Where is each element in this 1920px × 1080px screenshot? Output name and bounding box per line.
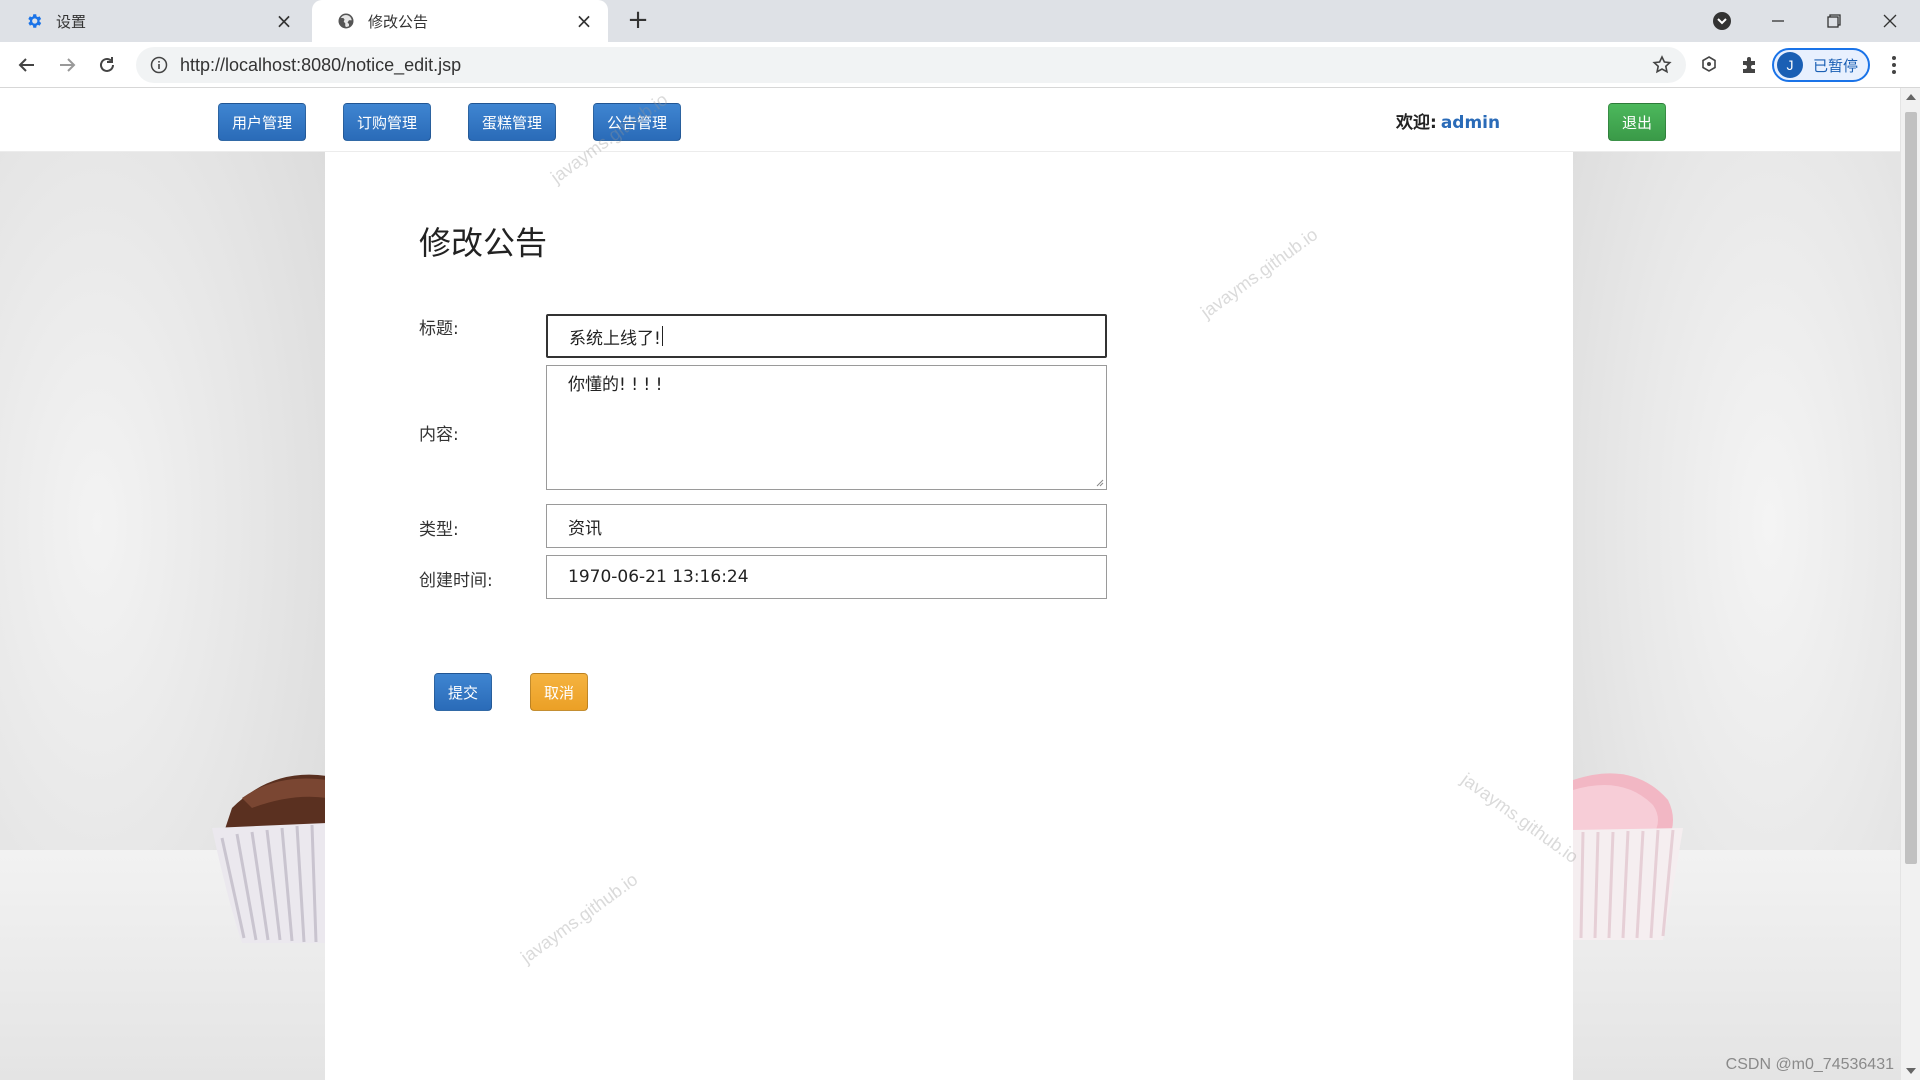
- tab-settings[interactable]: 设置 ×: [0, 0, 308, 42]
- bookmark-star-icon[interactable]: [1652, 55, 1672, 75]
- submit-button[interactable]: 提交: [434, 673, 492, 711]
- restore-button[interactable]: [1812, 4, 1856, 38]
- welcome-label: 欢迎:: [1396, 113, 1437, 133]
- csdn-watermark: CSDN @m0_74536431: [1725, 1056, 1894, 1073]
- created-time-label: 创建时间:: [419, 571, 493, 591]
- pink-cupcake-image: [1573, 773, 1683, 940]
- logout-button[interactable]: 退出: [1608, 103, 1666, 141]
- info-icon[interactable]: [150, 56, 168, 74]
- created-time-input[interactable]: 1970-06-21 13:16:24: [546, 555, 1107, 599]
- page-title: 修改公告: [419, 224, 548, 262]
- address-bar[interactable]: http://localhost:8080/notice_edit.jsp: [136, 47, 1686, 83]
- minimize-button[interactable]: [1756, 4, 1800, 38]
- new-tab-button[interactable]: +: [624, 7, 652, 35]
- page-viewport: 用户管理 订购管理 蛋糕管理 公告管理 欢迎: admin 退出 修改公告 标题:…: [0, 88, 1900, 1080]
- gear-icon: [24, 11, 44, 31]
- profile-button[interactable]: J 已暂停: [1772, 48, 1870, 82]
- resize-handle-icon[interactable]: [1094, 477, 1104, 487]
- nav-cake-management[interactable]: 蛋糕管理: [468, 103, 556, 141]
- tab-title: 设置: [56, 12, 87, 31]
- nav-order-management[interactable]: 订购管理: [343, 103, 431, 141]
- back-button[interactable]: [12, 50, 42, 80]
- window-close-button[interactable]: [1868, 4, 1912, 38]
- content-textarea-value: 你懂的! ! ! !: [568, 375, 663, 395]
- top-navigation: 用户管理 订购管理 蛋糕管理 公告管理 欢迎: admin 退出: [0, 88, 1900, 152]
- username[interactable]: admin: [1441, 113, 1500, 133]
- created-time-value: 1970-06-21 13:16:24: [568, 567, 749, 587]
- content-textarea[interactable]: 你懂的! ! ! !: [546, 365, 1107, 490]
- type-input-value: 资讯: [568, 518, 602, 539]
- more-menu-icon[interactable]: [1884, 54, 1904, 76]
- url-text: http://localhost:8080/notice_edit.jsp: [180, 54, 462, 75]
- scroll-thumb[interactable]: [1905, 112, 1917, 864]
- scroll-down-icon[interactable]: [1906, 1068, 1916, 1074]
- profile-status: 已暂停: [1813, 56, 1859, 75]
- title-label: 标题:: [419, 319, 459, 339]
- avatar: J: [1777, 52, 1803, 78]
- close-icon[interactable]: ×: [574, 11, 594, 31]
- type-label: 类型:: [419, 520, 459, 540]
- forward-button[interactable]: [52, 50, 82, 80]
- globe-icon: [336, 11, 356, 31]
- title-input-value: 系统上线了!: [569, 328, 661, 349]
- tab-notice-edit[interactable]: 修改公告 ×: [312, 0, 608, 42]
- tab-search-icon[interactable]: [1700, 4, 1744, 38]
- reload-button[interactable]: [92, 50, 122, 80]
- scroll-up-icon[interactable]: [1906, 94, 1916, 100]
- tab-title: 修改公告: [368, 12, 429, 31]
- main-content: 修改公告 标题: 系统上线了! 内容: 你懂的! ! ! ! 类型: 资讯 创建…: [325, 152, 1573, 1080]
- chocolate-cupcake-image: [212, 774, 327, 943]
- content-label: 内容:: [419, 425, 459, 445]
- cancel-button[interactable]: 取消: [530, 673, 588, 711]
- browser-toolbar: http://localhost:8080/notice_edit.jsp J …: [0, 42, 1920, 88]
- title-input[interactable]: 系统上线了!: [546, 314, 1107, 358]
- nav-user-management[interactable]: 用户管理: [218, 103, 306, 141]
- browser-tabstrip: 设置 × 修改公告 × +: [0, 0, 1920, 42]
- extension-icon[interactable]: [1698, 54, 1720, 76]
- puzzle-icon[interactable]: [1738, 54, 1760, 76]
- page-scrollbar[interactable]: [1900, 88, 1920, 1080]
- welcome-text: 欢迎: admin: [1396, 108, 1500, 133]
- close-icon[interactable]: ×: [274, 11, 294, 31]
- type-input[interactable]: 资讯: [546, 504, 1107, 548]
